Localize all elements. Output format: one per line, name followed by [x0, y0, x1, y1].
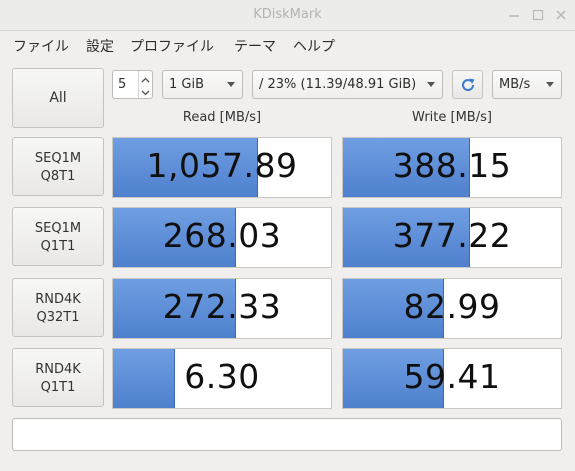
- read-header: Read [MB/s]: [182, 110, 262, 125]
- drive-combobox[interactable]: / 23% (11.39/48.91 GiB): [252, 70, 443, 99]
- menu-profile[interactable]: プロファイル: [130, 36, 214, 56]
- refresh-icon: [459, 76, 477, 98]
- unit-combobox[interactable]: MB/s: [492, 70, 562, 99]
- test-button-3[interactable]: RND4K Q32T1: [12, 278, 104, 337]
- write-result-1: 388.15: [342, 137, 562, 198]
- read-result-value: 268.03: [162, 216, 282, 255]
- test-params: Q1T1: [40, 380, 76, 395]
- test-params: Q8T1: [40, 169, 76, 184]
- test-params: Q32T1: [36, 310, 80, 325]
- chevron-up-icon[interactable]: [141, 74, 150, 83]
- test-name: RND4K: [35, 362, 81, 377]
- size-value: 1 GiB: [169, 77, 205, 92]
- spin-buttons[interactable]: [138, 71, 152, 98]
- window-title: KDiskMark: [253, 7, 322, 22]
- write-header: Write [MB/s]: [412, 110, 492, 125]
- refresh-button[interactable]: [452, 70, 483, 99]
- menu-settings[interactable]: 設定: [86, 36, 114, 56]
- read-result-value: 6.30: [184, 357, 260, 396]
- chevron-down-icon[interactable]: [141, 86, 150, 96]
- menu-bar: ファイル 設定 プロファイル テーマ ヘルプ: [0, 31, 575, 57]
- write-result-3: 82.99: [342, 278, 562, 339]
- write-result-value: 59.41: [403, 357, 501, 396]
- test-name: RND4K: [35, 292, 81, 307]
- loops-value: 5: [118, 77, 127, 92]
- read-result-3: 272.33: [112, 278, 332, 339]
- minimize-icon[interactable]: [506, 7, 522, 23]
- dropdown-arrow-icon: [227, 82, 235, 87]
- write-result-value: 82.99: [403, 287, 501, 326]
- comment-input[interactable]: [12, 418, 562, 451]
- maximize-icon[interactable]: [530, 7, 546, 23]
- read-result-value: 272.33: [162, 287, 282, 326]
- dropdown-arrow-icon: [546, 82, 554, 87]
- read-result-1: 1,057.89: [112, 137, 332, 198]
- read-result-2: 268.03: [112, 207, 332, 268]
- test-params: Q1T1: [40, 239, 76, 254]
- test-button-4[interactable]: RND4K Q1T1: [12, 348, 104, 407]
- title-bar: KDiskMark: [0, 0, 575, 31]
- write-result-2: 377.22: [342, 207, 562, 268]
- drive-value: / 23% (11.39/48.91 GiB): [259, 77, 417, 92]
- write-result-4: 59.41: [342, 348, 562, 409]
- size-combobox[interactable]: 1 GiB: [162, 70, 243, 99]
- read-result-4: 6.30: [112, 348, 332, 409]
- loops-spinbox[interactable]: 5: [112, 70, 153, 99]
- menu-file[interactable]: ファイル: [13, 36, 69, 56]
- write-result-value: 388.15: [392, 146, 512, 185]
- test-button-1[interactable]: SEQ1M Q8T1: [12, 137, 104, 196]
- menu-help[interactable]: ヘルプ: [293, 36, 335, 56]
- write-result-value: 377.22: [392, 216, 512, 255]
- test-button-2[interactable]: SEQ1M Q1T1: [12, 207, 104, 266]
- menu-theme[interactable]: テーマ: [234, 36, 276, 56]
- unit-value: MB/s: [499, 77, 531, 92]
- test-name: SEQ1M: [34, 221, 82, 236]
- dropdown-arrow-icon: [427, 82, 435, 87]
- read-result-value: 1,057.89: [146, 146, 298, 185]
- all-button[interactable]: All: [12, 68, 104, 128]
- test-name: SEQ1M: [34, 151, 82, 166]
- close-icon[interactable]: [553, 7, 569, 23]
